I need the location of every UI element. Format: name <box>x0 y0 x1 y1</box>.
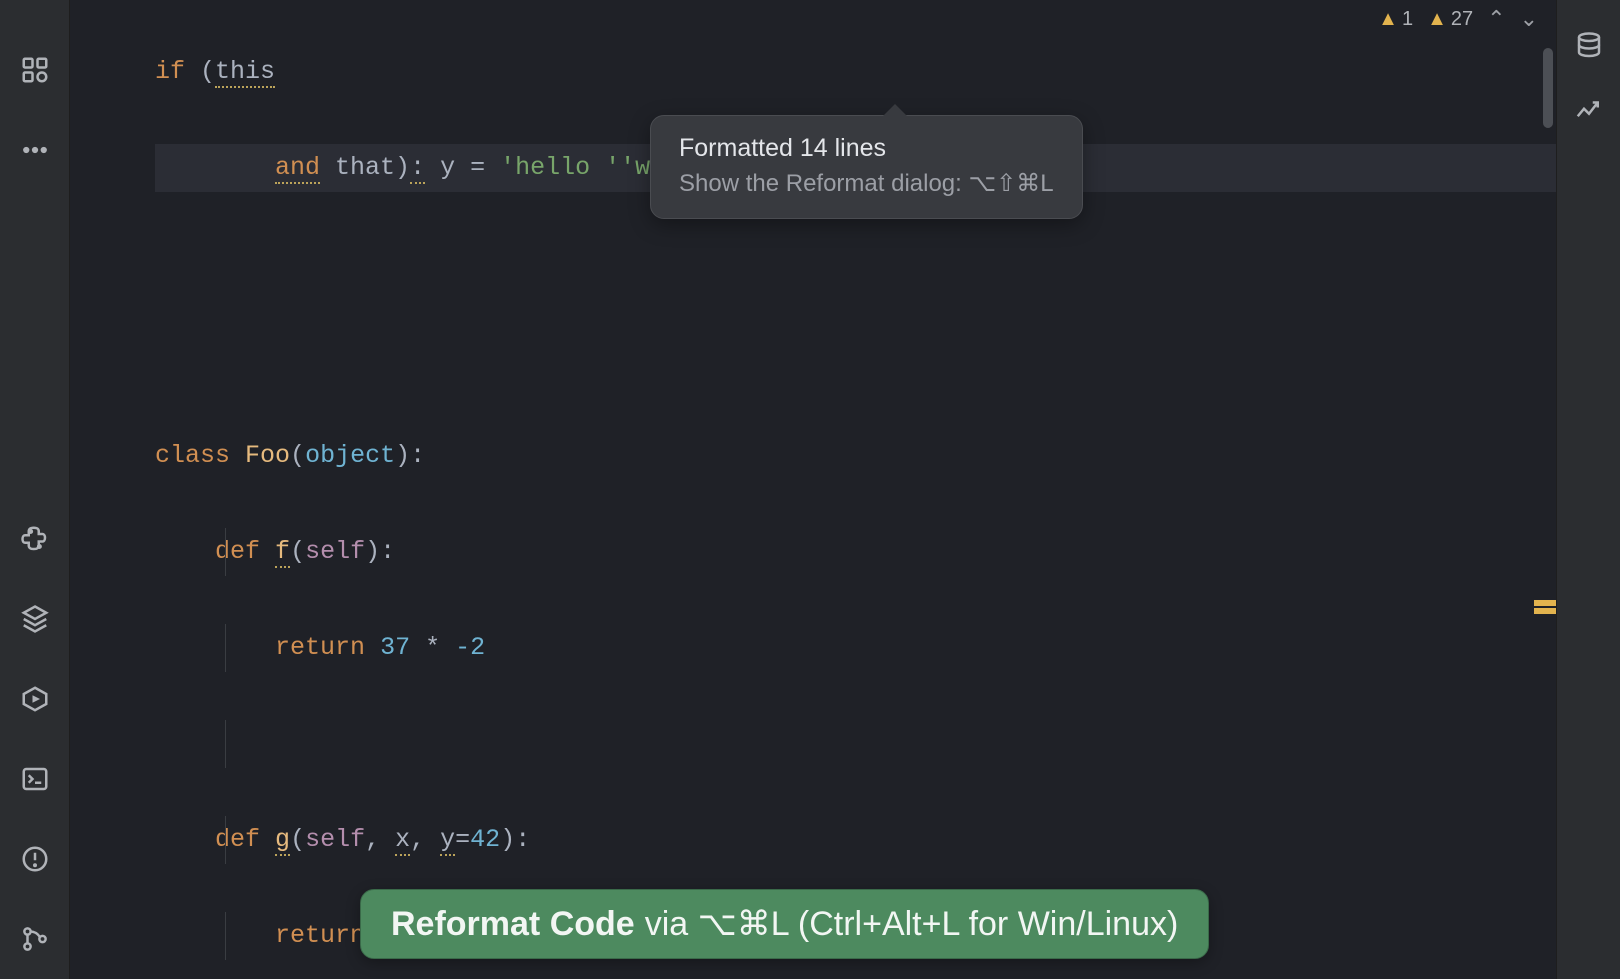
code-line[interactable]: def g(self, x, y=42): <box>155 816 1556 864</box>
python-console-icon[interactable] <box>17 521 53 557</box>
shortcut-hint-banner: Reformat Code via ⌥⌘L (Ctrl+Alt+L for Wi… <box>360 889 1209 959</box>
scrollbar-thumb[interactable] <box>1543 48 1553 128</box>
hint-action: Reformat Code <box>391 905 635 944</box>
more-icon[interactable] <box>17 132 53 168</box>
inspection-bar: ▲ 1 ▲ 27 ⌃ ⌄ <box>1378 6 1538 32</box>
notification-subtitle: Show the Reformat dialog: ⌥⇧⌘L <box>679 169 1054 198</box>
code-line[interactable] <box>155 336 1556 384</box>
notification-title: Formatted 14 lines <box>679 134 1054 163</box>
structure-icon[interactable] <box>17 52 53 88</box>
editor: ▲ 1 ▲ 27 ⌃ ⌄ if (this and that): y = 'he… <box>70 0 1556 979</box>
reformat-notification: Formatted 14 lines Show the Reformat dia… <box>650 115 1083 219</box>
warning-stripe[interactable] <box>1534 608 1556 614</box>
terminal-icon[interactable] <box>17 761 53 797</box>
code-line[interactable]: return 37 * -2 <box>155 624 1556 672</box>
app-root: ▲ 1 ▲ 27 ⌃ ⌄ if (this and that): y = 'he… <box>0 0 1620 979</box>
warning-icon: ▲ <box>1427 8 1447 31</box>
inspection-warning-count: 27 <box>1451 8 1473 31</box>
problems-icon[interactable] <box>17 841 53 877</box>
gutter <box>70 0 155 979</box>
right-toolbar <box>1556 0 1620 979</box>
inspection-errors[interactable]: ▲ 1 <box>1378 8 1413 31</box>
packages-icon[interactable] <box>17 601 53 637</box>
warning-icon: ▲ <box>1378 8 1398 31</box>
scrollbar[interactable] <box>1540 0 1556 979</box>
code-line[interactable] <box>155 240 1556 288</box>
next-highlight-icon[interactable]: ⌄ <box>1520 6 1538 32</box>
warning-stripe[interactable] <box>1534 600 1556 606</box>
code-line[interactable]: class Foo(object): <box>155 432 1556 480</box>
hint-shortcut: via ⌥⌘L (Ctrl+Alt+L for Win/Linux) <box>645 904 1179 944</box>
inspection-error-count: 1 <box>1402 8 1413 31</box>
code-line[interactable]: def f(self): <box>155 528 1556 576</box>
prev-highlight-icon[interactable]: ⌃ <box>1487 6 1505 32</box>
code-line[interactable]: if (this <box>155 48 1556 96</box>
vcs-icon[interactable] <box>17 921 53 957</box>
services-icon[interactable] <box>17 681 53 717</box>
code-line[interactable] <box>155 720 1556 768</box>
left-toolbar <box>0 0 70 979</box>
inspection-warnings[interactable]: ▲ 27 <box>1427 8 1473 31</box>
